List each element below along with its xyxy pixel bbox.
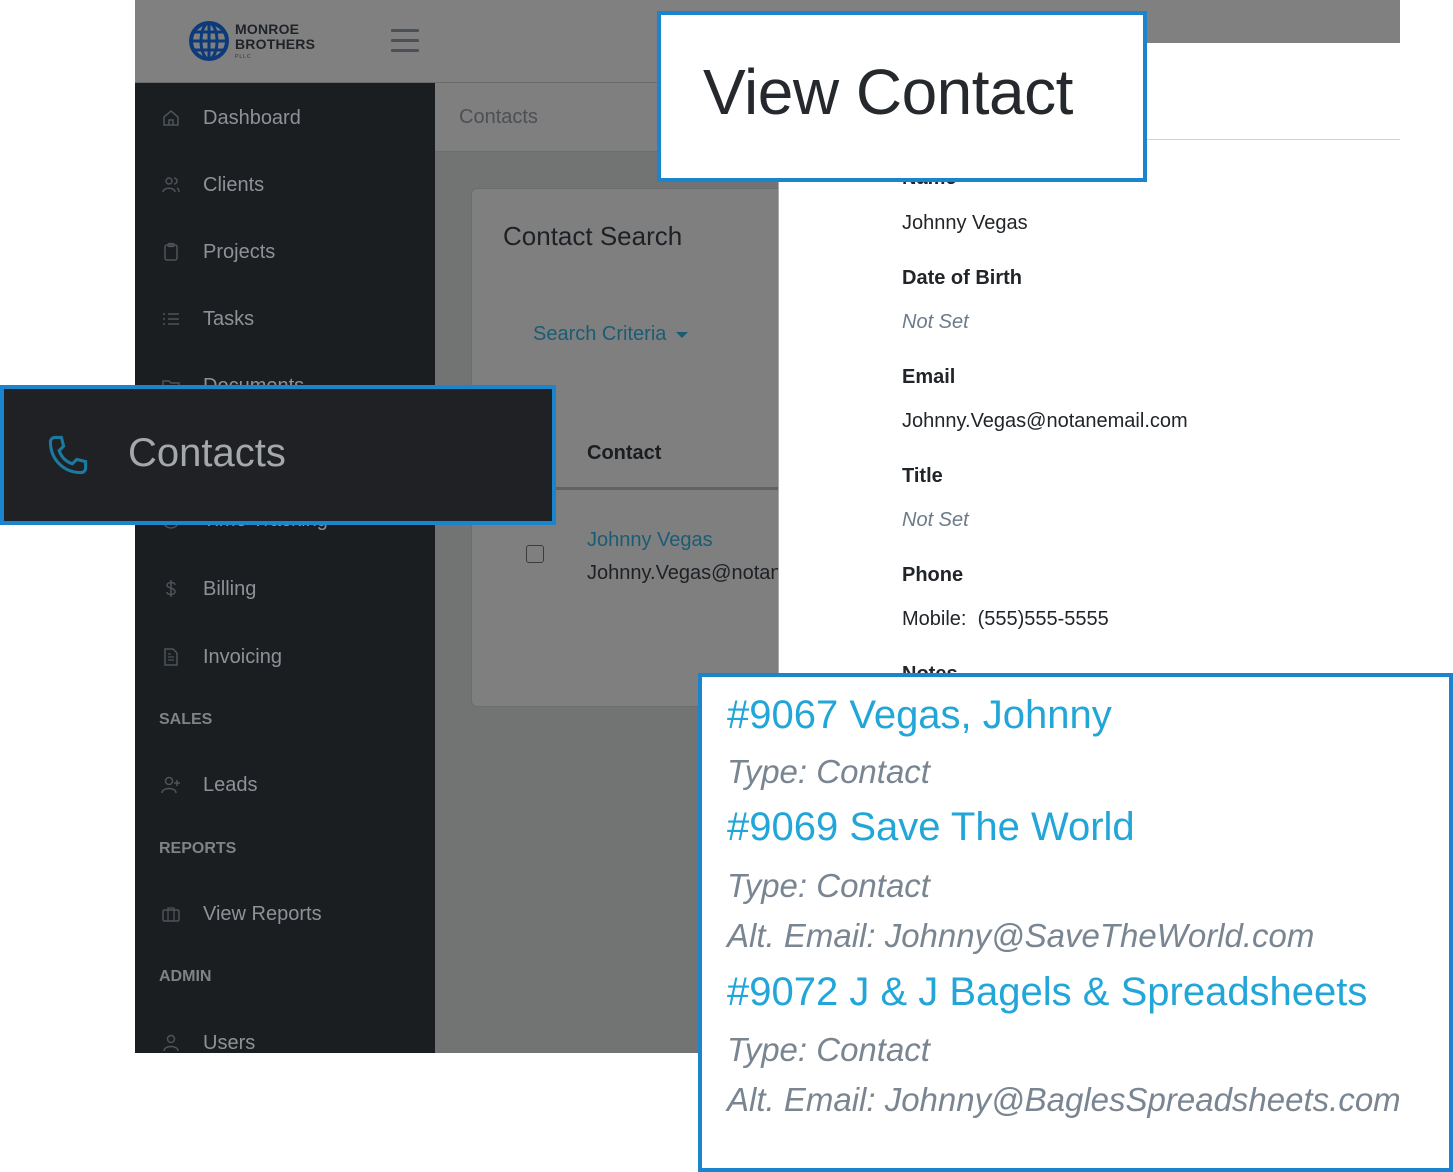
sidebar-item-label: Users [203,1031,256,1054]
briefcase-icon [162,907,180,922]
section-title-reports: REPORTS [159,840,237,857]
sidebar-item-dashboard[interactable]: Dashboard [135,98,435,138]
result-type: Type: Contact [727,753,930,790]
sidebar-item-clients[interactable]: Clients [135,165,435,205]
user-icon [163,1034,179,1052]
brand-logo[interactable]: MONROE BROTHERS PLLC [188,20,315,62]
field-label-email: Email [902,366,956,388]
brand-line-2: BROTHERS [235,36,316,52]
user-plus-icon [161,776,180,794]
field-label-dob: Date of Birth [902,267,1022,289]
file-text-icon [164,648,178,666]
sidebar-item-label: Projects [203,240,276,263]
sidebar-item-label: Invoicing [203,645,282,668]
sidebar-item-billing[interactable]: Billing [135,569,435,609]
home-icon [163,110,179,126]
contact-name-link[interactable]: Johnny Vegas [587,529,713,552]
sidebar-item-projects[interactable]: Projects [135,232,435,272]
clipboard-icon [164,242,178,261]
menu-toggle-button[interactable] [391,29,419,53]
brand-sub: PLLC [235,54,252,60]
sidebar-item-label: Billing [203,577,257,600]
result-type: Type: Contact [727,867,930,904]
result-title[interactable]: #9072 J & J Bagels & Spreadsheets [727,970,1367,1015]
sidebar-item-leads[interactable]: Leads [135,765,435,805]
search-criteria-label: Search Criteria [533,323,667,345]
field-label-title: Title [902,465,943,487]
globe-icon [189,21,229,61]
callout-contacts-nav[interactable]: Contacts [0,385,556,525]
callout-view-contact-title: View Contact [657,11,1147,182]
users-icon [162,177,180,193]
sidebar: Dashboard Clients Projects Tasks Documen… [135,83,435,1053]
section-title-admin: ADMIN [159,968,212,985]
card-title: Contact Search [503,221,683,251]
field-value-phone: Mobile: (555)555-5555 [902,608,1109,630]
breadcrumb[interactable]: Contacts [459,106,538,129]
result-alt-email: Alt. Email: Johnny@SaveTheWorld.com [727,917,1315,954]
sidebar-item-view-reports[interactable]: View Reports [135,894,435,934]
sidebar-item-label: Clients [203,173,265,196]
result-title[interactable]: #9067 Vegas, Johnny [727,693,1112,738]
search-criteria-dropdown[interactable]: Search Criteria [533,323,689,346]
field-value-name: Johnny Vegas [902,212,1028,234]
dollar-icon [166,580,176,597]
modal-title: View Contact [703,56,1073,128]
field-value-title: Not Set [902,509,969,531]
sidebar-item-tasks[interactable]: Tasks [135,299,435,339]
brand-line-1: MONROE [235,21,300,37]
callout-search-results: #9067 Vegas, Johnny Type: Contact #9069 … [698,673,1453,1172]
sidebar-item-label: Dashboard [203,106,301,129]
sidebar-item-label: Tasks [203,307,255,330]
list-icon [163,313,179,325]
result-type: Type: Contact [727,1031,930,1068]
column-header-contact[interactable]: Contact [587,442,661,465]
row-checkbox[interactable] [526,545,544,563]
hamburger-icon [391,29,419,32]
sidebar-item-label: View Reports [203,902,322,925]
field-label-phone: Phone [902,564,964,586]
result-title[interactable]: #9069 Save The World [727,805,1135,850]
contacts-nav-label: Contacts [128,431,286,475]
field-value-email[interactable]: Johnny.Vegas@notanemail.com [902,410,1188,433]
sidebar-item-label: Leads [203,773,258,796]
result-alt-email: Alt. Email: Johnny@BaglesSpreadsheets.co… [727,1081,1401,1118]
phone-icon [48,435,88,475]
caret-down-icon [676,331,689,338]
field-value-dob: Not Set [902,311,969,333]
sidebar-item-invoicing[interactable]: Invoicing [135,637,435,677]
section-title-sales: SALES [159,711,213,728]
sidebar-item-users[interactable]: Users [135,1023,435,1053]
